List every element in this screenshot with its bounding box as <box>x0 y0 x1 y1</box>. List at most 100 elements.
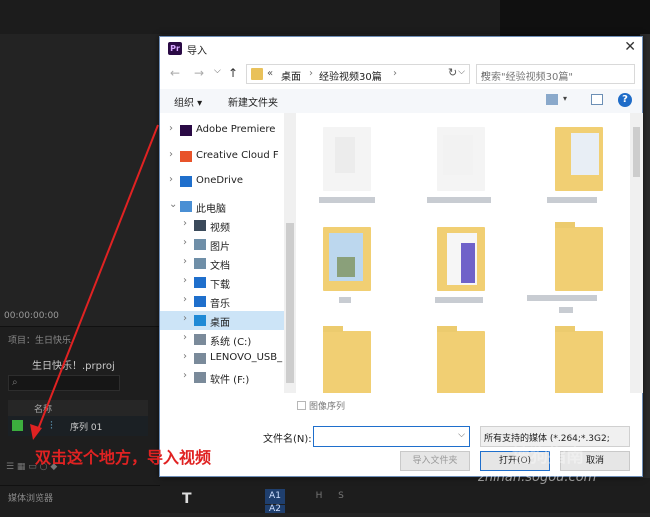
watermark: zhinan.sogou.com <box>478 470 597 485</box>
expand-chevron-icon[interactable]: › <box>183 237 187 248</box>
track-a2-toggle[interactable]: A2 <box>265 505 285 514</box>
nav-item-drive-f[interactable]: › 软件 (F:) <box>160 368 284 387</box>
view-options-icon[interactable] <box>546 94 558 105</box>
onedrive-icon <box>180 176 192 187</box>
track-mute-toggle[interactable]: H <box>309 489 329 504</box>
help-icon[interactable]: ? <box>618 93 632 107</box>
breadcrumb-overflow[interactable]: « <box>267 68 273 79</box>
expand-chevron-icon[interactable]: › <box>169 174 173 185</box>
expand-chevron-icon[interactable]: › <box>183 256 187 267</box>
dialog-title-bar: Pr 导入 ✕ <box>160 37 642 61</box>
folder-thumbnail[interactable] <box>323 326 371 393</box>
close-icon[interactable]: ✕ <box>624 39 636 55</box>
project-tab[interactable]: 项目：生日快乐 <box>8 333 71 346</box>
file-thumbnail[interactable] <box>323 127 371 191</box>
folder-thumbnail[interactable] <box>555 326 603 393</box>
breadcrumb-dropdown-icon[interactable]: ⌵ <box>458 67 465 77</box>
file-thumbnail[interactable] <box>437 127 485 191</box>
file-scrollbar[interactable] <box>630 113 643 393</box>
column-name-label: 名称 <box>34 405 53 415</box>
thumbnail-image <box>337 257 355 277</box>
creative-cloud-icon <box>180 151 192 162</box>
premiere-icon: Pr <box>168 42 182 55</box>
folder-thumbnail[interactable] <box>437 326 485 393</box>
file-caption <box>547 197 597 203</box>
folder-icon <box>251 68 263 80</box>
expand-chevron-icon[interactable]: › <box>169 123 173 134</box>
type-tool-icon[interactable]: T <box>182 491 192 507</box>
expand-chevron-icon[interactable]: › <box>183 370 187 381</box>
nav-item-desktop[interactable]: › 桌面 <box>160 311 284 330</box>
expand-chevron-icon[interactable]: › <box>183 332 187 343</box>
expand-chevron-icon[interactable]: › <box>169 149 173 160</box>
computer-icon <box>180 201 192 212</box>
panel-divider-bottom <box>0 485 160 486</box>
file-thumbnail[interactable] <box>555 127 603 191</box>
address-bar: ← → ⌵ ↑ « 桌面 › 经验视频30篇 › ⌵ ↻ 搜索"经验视频30篇"… <box>160 62 642 86</box>
preview-pane-icon[interactable] <box>591 94 603 105</box>
breadcrumb[interactable]: « 桌面 › 经验视频30篇 › ⌵ <box>246 64 470 84</box>
expand-chevron-icon[interactable]: › <box>183 351 187 362</box>
breadcrumb-separator-2: › <box>393 68 397 79</box>
nav-item-onedrive[interactable]: › OneDrive <box>160 172 284 191</box>
expand-chevron-icon[interactable]: ⌄ <box>169 199 177 210</box>
nav-item-label: Adobe Premiere <box>196 124 276 135</box>
refresh-icon[interactable]: ↻ <box>448 66 457 79</box>
nav-item-usb-drive[interactable]: › LENOVO_USB_ <box>160 349 284 368</box>
nav-item-pictures[interactable]: › 图片 <box>160 235 284 254</box>
nav-item-drive-c[interactable]: › 系统 (C:) <box>160 330 284 349</box>
folder-tab <box>437 326 457 332</box>
organize-menu[interactable]: 组织 ▾ <box>174 94 202 109</box>
new-folder-button[interactable]: 新建文件夹 <box>228 94 278 109</box>
expand-chevron-icon[interactable]: › <box>183 294 187 305</box>
file-caption <box>339 297 351 303</box>
breadcrumb-desktop[interactable]: 桌面 <box>281 68 301 83</box>
folder-search-input[interactable]: 搜索"经验视频30篇" ⌕ <box>476 64 635 84</box>
back-arrow-icon[interactable]: ← <box>170 66 180 80</box>
file-thumbnail[interactable] <box>437 227 485 291</box>
image-sequence-checkbox[interactable]: 图像序列 <box>297 399 345 412</box>
sequence-icon: ⫶ <box>50 419 53 432</box>
up-arrow-icon[interactable]: ↑ <box>228 66 238 80</box>
track-solo-toggle[interactable]: S <box>331 489 351 504</box>
view-dropdown-icon[interactable]: ▾ <box>563 94 567 103</box>
nav-item-premiere[interactable]: › Adobe Premiere <box>160 121 284 140</box>
project-search-input[interactable]: ⌕ <box>8 375 120 391</box>
import-folder-button[interactable]: 导入文件夹 <box>400 451 470 471</box>
file-name-input[interactable]: ⌵ <box>313 426 470 447</box>
nav-item-documents[interactable]: › 文档 <box>160 254 284 273</box>
checkbox-box[interactable] <box>297 401 306 410</box>
file-grid <box>297 113 630 393</box>
scrollbar-thumb[interactable] <box>286 223 294 383</box>
watermark-logo: 搜狗指南 <box>512 446 584 467</box>
navigation-pane: › Adobe Premiere › Creative Cloud F › OneDriv… <box>160 113 284 393</box>
expand-chevron-icon[interactable]: › <box>183 275 187 286</box>
breadcrumb-current-folder[interactable]: 经验视频30篇 <box>319 68 382 83</box>
expand-chevron-icon[interactable]: › <box>183 218 187 229</box>
chevron-down-icon[interactable]: ⌵ <box>458 430 465 440</box>
nav-item-label: 桌面 <box>210 318 230 329</box>
column-header[interactable]: 名称 <box>8 400 148 416</box>
nav-item-downloads[interactable]: › 下载 <box>160 273 284 292</box>
nav-item-label: 视频 <box>210 223 230 234</box>
dialog-title: 导入 <box>187 46 207 57</box>
nav-item-video[interactable]: › 视频 <box>160 216 284 235</box>
thumbnail-image <box>335 137 355 173</box>
file-caption <box>427 197 491 203</box>
forward-arrow-icon[interactable]: → <box>194 66 204 80</box>
nav-item-label: 此电脑 <box>196 204 226 215</box>
nav-item-creative-cloud[interactable]: › Creative Cloud F <box>160 147 284 166</box>
expand-chevron-icon[interactable]: › <box>183 313 187 324</box>
scrollbar-thumb[interactable] <box>633 127 640 177</box>
nav-item-label: 图片 <box>210 242 230 253</box>
media-browser-tab[interactable]: 媒体浏览器 <box>8 491 53 504</box>
project-item-row[interactable]: ⫶ 序列 01 <box>8 416 148 436</box>
nav-item-computer[interactable]: ⌄ 此电脑 <box>160 197 284 216</box>
nav-item-music[interactable]: › 音乐 <box>160 292 284 311</box>
file-thumbnail[interactable] <box>323 227 371 291</box>
folder-thumbnail[interactable] <box>555 222 603 291</box>
navigation-scrollbar[interactable] <box>284 113 296 393</box>
file-caption <box>527 295 597 301</box>
track-a1-toggle[interactable]: A1 <box>265 489 285 504</box>
recent-dropdown-icon[interactable]: ⌵ <box>214 66 221 76</box>
